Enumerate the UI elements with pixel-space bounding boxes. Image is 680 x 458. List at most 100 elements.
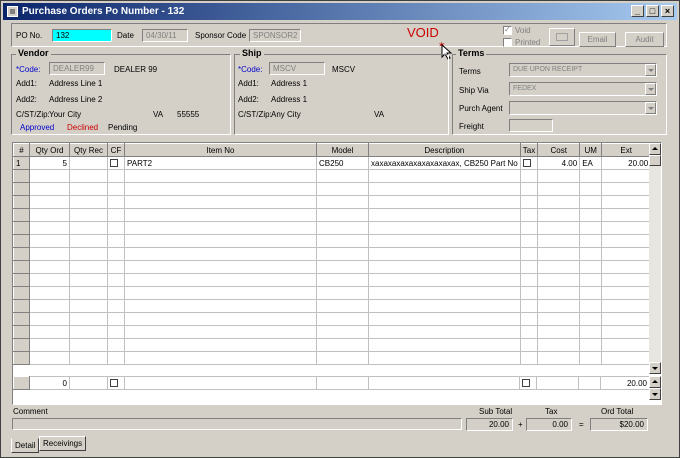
empty-cell[interactable] <box>368 169 521 183</box>
empty-cell[interactable] <box>124 351 317 365</box>
empty-cell[interactable] <box>316 325 369 339</box>
table-row[interactable] <box>13 195 652 209</box>
email-button[interactable]: Email <box>579 32 616 47</box>
empty-cell[interactable] <box>69 247 108 261</box>
empty-cell[interactable] <box>316 260 369 274</box>
table-row[interactable] <box>13 234 652 248</box>
empty-cell[interactable] <box>537 351 581 365</box>
empty-cell[interactable] <box>124 260 317 274</box>
grid-vertical-scrollbar[interactable] <box>649 143 661 374</box>
empty-cell[interactable] <box>368 221 521 235</box>
empty-cell[interactable] <box>69 286 108 300</box>
empty-cell[interactable] <box>316 286 369 300</box>
empty-cell[interactable] <box>519 195 539 209</box>
col-header-item-no[interactable]: Item No <box>124 143 317 157</box>
empty-cell[interactable] <box>519 182 539 196</box>
empty-cell[interactable] <box>107 234 125 248</box>
empty-cell[interactable] <box>519 169 539 183</box>
empty-cell[interactable] <box>107 221 125 235</box>
sponsor-code-field[interactable]: SPONSOR2 <box>249 29 301 42</box>
audit-button[interactable]: Audit <box>625 32 664 47</box>
empty-cell[interactable] <box>537 195 581 209</box>
printed-checkbox[interactable] <box>503 38 512 47</box>
tab-detail[interactable]: Detail <box>11 438 40 453</box>
po-number-field[interactable]: 132 <box>52 29 112 42</box>
empty-cell[interactable] <box>124 234 317 248</box>
maximize-icon[interactable]: □ <box>646 5 659 17</box>
empty-cell[interactable] <box>107 286 125 300</box>
empty-cell[interactable] <box>124 195 317 209</box>
empty-cell[interactable] <box>368 234 521 248</box>
table-row[interactable] <box>13 299 652 313</box>
table-row[interactable] <box>13 208 652 222</box>
empty-cell[interactable] <box>601 260 652 274</box>
empty-cell[interactable] <box>69 182 108 196</box>
empty-cell[interactable] <box>69 260 108 274</box>
tax-checkbox[interactable] <box>522 159 531 168</box>
col-header-tax[interactable]: Tax <box>519 143 539 157</box>
empty-cell[interactable] <box>368 299 521 313</box>
empty-cell[interactable] <box>579 273 603 287</box>
um-cell[interactable]: EA <box>579 156 603 170</box>
empty-cell[interactable] <box>537 182 581 196</box>
empty-cell[interactable] <box>368 208 521 222</box>
empty-cell[interactable] <box>69 312 108 326</box>
empty-cell[interactable] <box>519 221 539 235</box>
empty-cell[interactable] <box>601 234 652 248</box>
table-row[interactable] <box>13 169 652 183</box>
empty-cell[interactable] <box>29 221 70 235</box>
empty-cell[interactable] <box>579 338 603 352</box>
empty-cell[interactable] <box>69 169 108 183</box>
empty-cell[interactable] <box>519 286 539 300</box>
model-cell[interactable]: CB250 <box>316 156 369 170</box>
empty-cell[interactable] <box>537 247 581 261</box>
empty-cell[interactable] <box>107 338 125 352</box>
tab-receivings[interactable]: Receivings <box>39 436 87 451</box>
empty-cell[interactable] <box>69 299 108 313</box>
title-bar[interactable]: Purchase Orders Po Number - 132 _ □ × <box>3 3 677 20</box>
empty-cell[interactable] <box>537 208 581 222</box>
empty-cell[interactable] <box>519 312 539 326</box>
col-header-cf[interactable]: CF <box>107 143 125 157</box>
empty-cell[interactable] <box>316 221 369 235</box>
totals-scroll-down-icon[interactable] <box>649 388 661 400</box>
empty-cell[interactable] <box>368 312 521 326</box>
empty-cell[interactable] <box>29 286 70 300</box>
empty-cell[interactable] <box>69 221 108 235</box>
empty-cell[interactable] <box>69 273 108 287</box>
qty-ord-cell[interactable]: 5 <box>29 156 70 170</box>
empty-cell[interactable] <box>601 299 652 313</box>
cf-cell[interactable] <box>107 156 125 170</box>
empty-cell[interactable] <box>107 325 125 339</box>
empty-cell[interactable] <box>368 260 521 274</box>
empty-cell[interactable] <box>601 338 652 352</box>
minimize-icon[interactable]: _ <box>631 5 644 17</box>
empty-cell[interactable] <box>124 338 317 352</box>
empty-cell[interactable] <box>579 351 603 365</box>
vendor-code-field[interactable]: DEALER99 <box>49 62 105 75</box>
qty-rec-cell[interactable] <box>69 156 108 170</box>
empty-cell[interactable] <box>316 195 369 209</box>
empty-cell[interactable] <box>519 299 539 313</box>
table-row[interactable] <box>13 351 652 365</box>
empty-cell[interactable] <box>29 338 70 352</box>
empty-cell[interactable] <box>316 208 369 222</box>
empty-cell[interactable] <box>29 351 70 365</box>
empty-cell[interactable] <box>579 247 603 261</box>
empty-cell[interactable] <box>107 169 125 183</box>
empty-cell[interactable] <box>316 351 369 365</box>
empty-cell[interactable] <box>107 247 125 261</box>
empty-cell[interactable] <box>537 273 581 287</box>
tax-cell[interactable] <box>519 156 539 170</box>
empty-cell[interactable] <box>519 247 539 261</box>
empty-cell[interactable] <box>124 299 317 313</box>
comment-field[interactable] <box>12 418 462 430</box>
empty-cell[interactable] <box>107 208 125 222</box>
empty-cell[interactable] <box>107 299 125 313</box>
empty-cell[interactable] <box>519 234 539 248</box>
scroll-down-icon[interactable] <box>649 362 661 374</box>
empty-cell[interactable] <box>519 351 539 365</box>
empty-cell[interactable] <box>579 182 603 196</box>
empty-cell[interactable] <box>29 169 70 183</box>
empty-cell[interactable] <box>368 325 521 339</box>
